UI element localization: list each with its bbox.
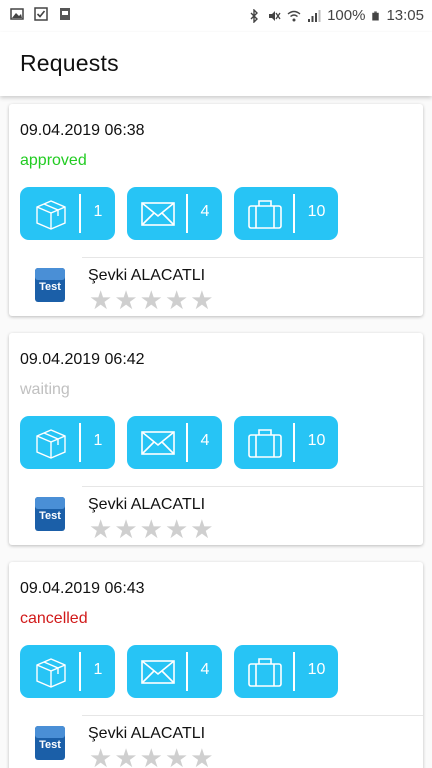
star-icon[interactable]: ★ (165, 286, 188, 314)
star-icon[interactable]: ★ (140, 515, 163, 543)
package-icon (36, 429, 66, 459)
envelope-icon (141, 660, 175, 684)
bag-count-button[interactable]: 10 (234, 416, 338, 469)
star-icon[interactable]: ★ (89, 744, 112, 768)
star-icon[interactable]: ★ (114, 286, 137, 314)
bag-count: 10 (307, 661, 326, 678)
request-card[interactable]: 09.04.2019 06:43 cancelled 1 4 10 Test Ş… (9, 562, 423, 768)
clock: 13:05 (386, 7, 424, 24)
mail-count-button[interactable]: 4 (127, 187, 222, 240)
mail-count: 4 (200, 203, 210, 220)
star-icon[interactable]: ★ (140, 286, 163, 314)
star-icon[interactable]: ★ (140, 744, 163, 768)
package-count: 1 (93, 661, 103, 678)
svg-text:Test: Test (39, 510, 61, 522)
star-icon[interactable]: ★ (190, 744, 213, 768)
star-icon[interactable]: ★ (89, 286, 112, 314)
person-name: Şevki ALACATLI (88, 725, 206, 742)
request-card[interactable]: 09.04.2019 06:42 waiting 1 4 10 Test Şev… (9, 333, 423, 545)
star-icon[interactable]: ★ (165, 515, 188, 543)
divider (82, 486, 423, 487)
battery-percent: 100% (327, 7, 366, 24)
mail-count: 4 (200, 661, 210, 678)
app-bar: Requests (0, 32, 432, 96)
request-date: 09.04.2019 06:38 (20, 122, 145, 139)
envelope-icon (141, 431, 175, 455)
star-icon[interactable]: ★ (114, 744, 137, 768)
star-icon[interactable]: ★ (190, 286, 213, 314)
request-date: 09.04.2019 06:42 (20, 351, 145, 368)
mail-count-button[interactable]: 4 (127, 416, 222, 469)
signal-icon (308, 9, 321, 22)
requests-list[interactable]: 09.04.2019 06:38 approved 1 4 10 Test Şe… (0, 96, 432, 768)
notification-icon (60, 8, 70, 20)
bag-count-button[interactable]: 10 (234, 187, 338, 240)
mail-count: 4 (200, 432, 210, 449)
package-count: 1 (93, 432, 103, 449)
package-count-button[interactable]: 1 (20, 187, 115, 240)
divider (82, 715, 423, 716)
mail-count-button[interactable]: 4 (127, 645, 222, 698)
battery-icon (372, 11, 380, 20)
wifi-icon (287, 10, 301, 21)
bag-count: 10 (307, 203, 326, 220)
person-name: Şevki ALACATLI (88, 496, 206, 513)
suitcase-icon (248, 429, 282, 458)
checkbox-icon (34, 7, 48, 21)
suitcase-icon (248, 200, 282, 229)
suitcase-icon (248, 658, 282, 687)
divider (82, 257, 423, 258)
rating-stars[interactable]: ★ ★ ★ ★ ★ (89, 286, 214, 314)
mute-icon (269, 10, 281, 21)
request-date: 09.04.2019 06:43 (20, 580, 145, 597)
package-count: 1 (93, 203, 103, 220)
request-status: cancelled (20, 610, 88, 627)
request-status: approved (20, 152, 87, 169)
envelope-icon (141, 202, 175, 226)
bag-count-button[interactable]: 10 (234, 645, 338, 698)
bluetooth-icon (250, 8, 259, 23)
image-icon (10, 8, 24, 20)
request-card[interactable]: 09.04.2019 06:38 approved 1 4 10 Test Şe… (9, 104, 423, 316)
rating-stars[interactable]: ★ ★ ★ ★ ★ (89, 744, 214, 768)
package-count-button[interactable]: 1 (20, 416, 115, 469)
star-icon[interactable]: ★ (190, 515, 213, 543)
star-icon[interactable]: ★ (89, 515, 112, 543)
test-logo-icon: Test (35, 268, 65, 302)
package-icon (36, 658, 66, 688)
test-logo-icon: Test (35, 497, 65, 531)
svg-text:Test: Test (39, 281, 61, 293)
package-count-button[interactable]: 1 (20, 645, 115, 698)
star-icon[interactable]: ★ (165, 744, 188, 768)
person-name: Şevki ALACATLI (88, 267, 206, 284)
status-bar: 100% 13:05 (0, 0, 432, 32)
rating-stars[interactable]: ★ ★ ★ ★ ★ (89, 515, 214, 543)
test-logo-icon: Test (35, 726, 65, 760)
bag-count: 10 (307, 432, 326, 449)
svg-text:Test: Test (39, 739, 61, 751)
star-icon[interactable]: ★ (114, 515, 137, 543)
package-icon (36, 200, 66, 230)
request-status: waiting (20, 381, 70, 398)
page-title: Requests (20, 50, 119, 76)
